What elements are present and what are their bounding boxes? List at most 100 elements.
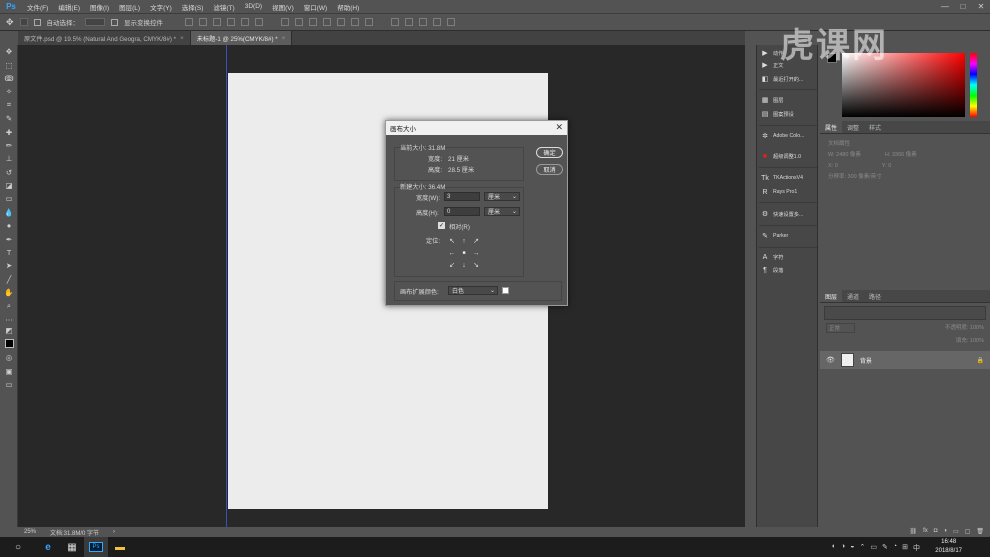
- tab-close-icon[interactable]: ×: [282, 35, 286, 42]
- menu-filter[interactable]: 滤镜(T): [208, 2, 239, 12]
- dodge-tool-icon[interactable]: ●: [0, 219, 18, 232]
- taskbar-photoshop[interactable]: Ps: [84, 537, 108, 557]
- tab-adjustments[interactable]: 调整: [842, 121, 864, 133]
- path-selection-tool-icon[interactable]: ➤: [0, 259, 18, 272]
- new-layer-icon[interactable]: ▢: [965, 528, 971, 535]
- align-vcenter-icon[interactable]: [199, 18, 208, 26]
- distribute-right-icon[interactable]: [351, 18, 360, 26]
- tray-volume-icon[interactable]: ◔: [893, 543, 897, 553]
- add-mask-icon[interactable]: ◘: [934, 528, 938, 534]
- cancel-button[interactable]: 取消: [536, 164, 563, 175]
- align-top-icon[interactable]: [185, 18, 194, 26]
- taskbar-ie[interactable]: e: [36, 537, 60, 557]
- align-bottom-icon[interactable]: [213, 18, 222, 26]
- pen-tool-icon[interactable]: ✒: [0, 232, 18, 245]
- align-left-icon[interactable]: [227, 18, 236, 26]
- width-unit-select[interactable]: 厘米 ⌄: [484, 192, 520, 201]
- anchor-ne-icon[interactable]: ↗: [470, 235, 482, 247]
- taskbar-calculator[interactable]: ▦: [60, 537, 84, 557]
- distribute-vcenter-icon[interactable]: [295, 18, 304, 26]
- close-window-button[interactable]: ✕: [972, 0, 990, 13]
- 3d-pan-icon[interactable]: [419, 18, 428, 26]
- tray-app2-icon[interactable]: ◒: [850, 543, 854, 553]
- eye-icon[interactable]: 👁: [826, 356, 835, 364]
- 3d-scale-icon[interactable]: [447, 18, 456, 26]
- move-tool-icon[interactable]: ✥: [0, 45, 18, 58]
- history-brush-tool-icon[interactable]: ↺: [0, 166, 18, 179]
- anchor-n-icon[interactable]: ↑: [458, 235, 470, 247]
- dialog-titlebar[interactable]: 画布大小 ✕: [386, 121, 567, 135]
- minimize-button[interactable]: —: [936, 0, 954, 13]
- layer-name[interactable]: 背景: [860, 356, 971, 365]
- menu-view[interactable]: 视图(V): [267, 2, 299, 12]
- panel-parker[interactable]: ✎ Parker: [761, 230, 817, 242]
- relative-checkbox[interactable]: ✓: [438, 222, 445, 229]
- screen-mode-icon[interactable]: ▣: [0, 365, 18, 378]
- zoom-tool-icon[interactable]: ⌕: [0, 299, 18, 312]
- distribute-top-icon[interactable]: [281, 18, 290, 26]
- tab-channels[interactable]: 通道: [842, 290, 864, 302]
- more-tools-icon[interactable]: ⋯: [0, 313, 18, 326]
- quick-mask-icon[interactable]: ◎: [0, 351, 18, 364]
- align-hcenter-icon[interactable]: [241, 18, 250, 26]
- maximize-button[interactable]: □: [954, 0, 972, 13]
- tray-battery-icon[interactable]: ▭: [870, 543, 877, 553]
- distribute-bottom-icon[interactable]: [309, 18, 318, 26]
- layer-style-icon[interactable]: fx: [923, 528, 928, 534]
- frame-icon[interactable]: ▭: [0, 378, 18, 391]
- hue-slider[interactable]: [970, 53, 977, 117]
- blend-mode-select[interactable]: 正常: [826, 323, 856, 333]
- panel-adobe-color[interactable]: ✲ Adobe Colo...: [761, 130, 817, 142]
- show-transform-checkbox[interactable]: [111, 18, 119, 26]
- extension-color-swatch[interactable]: [502, 287, 509, 294]
- crop-tool-icon[interactable]: ⌗: [0, 99, 18, 112]
- tray-pen-icon[interactable]: ✎: [882, 543, 888, 553]
- panel-recent-files[interactable]: ◧ 最近打开的...: [761, 73, 817, 85]
- taskbar-explorer[interactable]: ▬: [108, 537, 132, 557]
- opacity-field[interactable]: 不透明度: 100%: [945, 323, 984, 333]
- adjustment-layer-icon[interactable]: ◑: [943, 528, 947, 534]
- tab-original-file[interactable]: 原文件.psd @ 19.5% (Natural And Geogra, CMY…: [18, 31, 191, 45]
- ok-button[interactable]: 确定: [536, 147, 563, 158]
- healing-brush-tool-icon[interactable]: ✚: [0, 125, 18, 138]
- tray-app-icon[interactable]: ◑: [841, 543, 845, 553]
- tray-ime-icon[interactable]: 中: [913, 543, 920, 553]
- anchor-s-icon[interactable]: ↓: [458, 259, 470, 271]
- type-tool-icon[interactable]: T: [0, 246, 18, 259]
- close-icon[interactable]: ✕: [555, 122, 563, 133]
- extension-color-select[interactable]: 白色 ⌄: [448, 286, 498, 295]
- menu-window[interactable]: 窗口(W): [299, 2, 332, 12]
- distribute-hcenter-icon[interactable]: [337, 18, 346, 26]
- delete-layer-icon[interactable]: 🗑: [976, 528, 984, 535]
- auto-select-checkbox[interactable]: [33, 18, 41, 26]
- panel-tkactions[interactable]: Tk TKActionsV4: [761, 172, 817, 184]
- brush-tool-icon[interactable]: ✏: [0, 139, 18, 152]
- tab-layers[interactable]: 图层: [820, 290, 843, 302]
- fill-field[interactable]: 填充: 100%: [956, 338, 984, 344]
- zoom-level[interactable]: 25%: [24, 529, 36, 535]
- height-unit-select[interactable]: 厘米 ⌄: [484, 207, 520, 216]
- tray-wechat-icon[interactable]: ◐: [832, 543, 836, 553]
- tab-close-icon[interactable]: ×: [180, 35, 184, 42]
- blur-tool-icon[interactable]: 💧: [0, 206, 18, 219]
- menu-3d[interactable]: 3D(D): [240, 3, 267, 10]
- anchor-se-icon[interactable]: ↘: [470, 259, 482, 271]
- menu-file[interactable]: 文件(F): [22, 2, 53, 12]
- layer-row-background[interactable]: 👁 背景 🔒: [820, 351, 990, 369]
- height-input[interactable]: 0: [444, 207, 480, 216]
- width-input[interactable]: 3: [444, 192, 480, 201]
- menu-help[interactable]: 帮助(H): [332, 2, 364, 12]
- tab-paths[interactable]: 路径: [864, 290, 886, 302]
- link-layers-icon[interactable]: ⛓: [909, 528, 917, 535]
- layer-filter-bar[interactable]: [824, 306, 986, 320]
- move-tool-icon[interactable]: ✥: [6, 17, 14, 28]
- panel-layers-mini[interactable]: ▦ 图层: [761, 94, 817, 106]
- anchor-sw-icon[interactable]: ↙: [446, 259, 458, 271]
- foreground-background-icon[interactable]: [0, 335, 18, 351]
- menu-type[interactable]: 文字(Y): [145, 2, 177, 12]
- hand-tool-icon[interactable]: ✋: [0, 286, 18, 299]
- panel-super-adjust[interactable]: ■ 超级调整1.0: [761, 150, 817, 162]
- 3d-rotate-icon[interactable]: [391, 18, 400, 26]
- anchor-w-icon[interactable]: ←: [446, 247, 458, 259]
- panel-character[interactable]: A 字符: [761, 251, 817, 263]
